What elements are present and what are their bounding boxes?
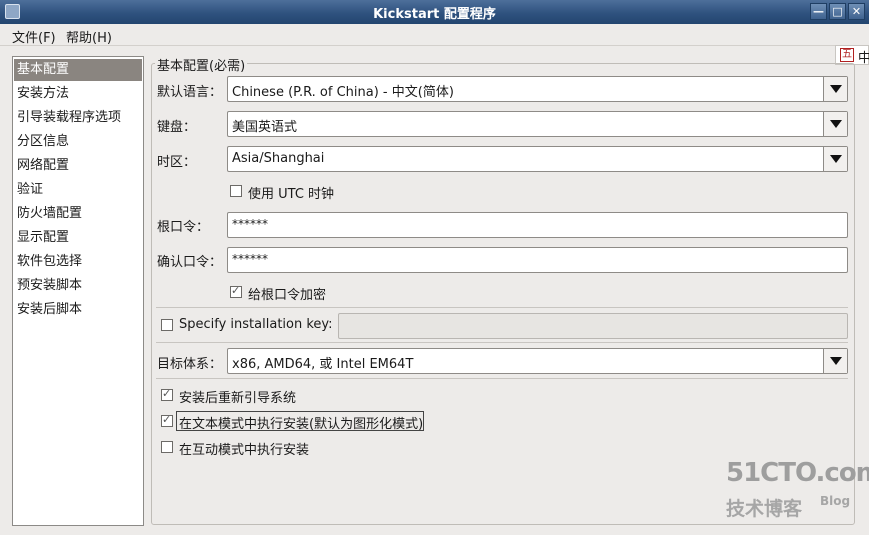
minimize-button[interactable]: — (810, 3, 827, 20)
ime-icon: 五 (840, 48, 854, 62)
sidebar-item-basic[interactable]: 基本配置 (14, 59, 142, 81)
window-title: Kickstart 配置程序 (373, 7, 496, 22)
root-password-label: 根口令： (157, 220, 210, 235)
utc-label: 使用 UTC 时钟 (248, 187, 335, 202)
encrypt-label: 给根口令加密 (248, 288, 327, 303)
separator (156, 378, 848, 379)
text-mode-checkbox[interactable] (161, 413, 173, 427)
installation-key-field[interactable] (338, 313, 848, 339)
confirm-password-value: ****** (232, 252, 268, 266)
timezone-label: 时区： (157, 155, 197, 170)
encrypt-root-password-checkbox[interactable] (230, 284, 242, 298)
section-title: 基本配置(必需) (155, 55, 248, 74)
chevron-down-icon[interactable] (823, 77, 847, 101)
architecture-label: 目标体系： (157, 357, 223, 372)
sidebar-item-packages[interactable]: 软件包选择 (14, 251, 142, 273)
root-password-field[interactable]: ****** (227, 212, 848, 238)
keyboard-label: 键盘： (157, 120, 197, 135)
ime-mode-label: 中 (858, 51, 869, 66)
language-value: Chinese (P.R. of China) - 中文(简体) (232, 85, 454, 100)
keyboard-dropdown[interactable]: 美国英语式 (227, 111, 848, 137)
sidebar-item-install-method[interactable]: 安装方法 (14, 83, 142, 105)
reboot-after-install-checkbox[interactable] (161, 387, 173, 401)
sidebar-item-partition[interactable]: 分区信息 (14, 131, 142, 153)
installation-key-checkbox[interactable] (161, 319, 173, 331)
sidebar-item-pre-script[interactable]: 预安装脚本 (14, 275, 142, 297)
watermark-site: 51CTO.com (726, 458, 869, 488)
sidebar-item-bootloader[interactable]: 引导装载程序选项 (14, 107, 142, 129)
language-label: 默认语言： (157, 85, 223, 100)
separator (156, 307, 848, 308)
root-password-value: ****** (232, 217, 268, 231)
chevron-down-icon[interactable] (823, 147, 847, 171)
sidebar-item-post-script[interactable]: 安装后脚本 (14, 299, 142, 321)
reboot-label: 安装后重新引导系统 (179, 391, 297, 406)
separator (156, 342, 848, 343)
menu-bar: 文件(F) 帮助(H) (0, 24, 869, 46)
timezone-dropdown[interactable]: Asia/Shanghai (227, 146, 848, 172)
installation-key-label: Specify installation key: (179, 317, 333, 332)
confirm-password-field[interactable]: ****** (227, 247, 848, 273)
watermark-sub: 技术博客 (726, 498, 803, 520)
title-bar: Kickstart 配置程序 — □ ✕ (0, 0, 869, 24)
ime-indicator[interactable]: 五 中 (835, 45, 869, 66)
utc-checkbox[interactable] (230, 185, 242, 197)
language-dropdown[interactable]: Chinese (P.R. of China) - 中文(简体) (227, 76, 848, 102)
interactive-mode-label: 在互动模式中执行安装 (179, 443, 310, 458)
text-mode-label: 在文本模式中执行安装(默认为图形化模式) (179, 417, 424, 432)
architecture-dropdown[interactable]: x86, AMD64, 或 Intel EM64T (227, 348, 848, 374)
keyboard-value: 美国英语式 (232, 120, 298, 135)
sidebar-item-auth[interactable]: 验证 (14, 179, 142, 201)
interactive-mode-checkbox[interactable] (161, 441, 173, 453)
sidebar-item-network[interactable]: 网络配置 (14, 155, 142, 177)
sidebar-item-firewall[interactable]: 防火墙配置 (14, 203, 142, 225)
architecture-value: x86, AMD64, 或 Intel EM64T (232, 357, 414, 372)
menu-file[interactable]: 文件(F) (12, 27, 56, 46)
timezone-value: Asia/Shanghai (232, 151, 325, 166)
sidebar-category-list: 基本配置 安装方法 引导装载程序选项 分区信息 网络配置 验证 防火墙配置 显示… (12, 56, 144, 526)
watermark-blog: Blog (820, 494, 851, 508)
sidebar-item-display[interactable]: 显示配置 (14, 227, 142, 249)
chevron-down-icon[interactable] (823, 112, 847, 136)
close-button[interactable]: ✕ (848, 3, 865, 20)
confirm-password-label: 确认口令： (157, 255, 223, 270)
maximize-button[interactable]: □ (829, 3, 846, 20)
menu-help[interactable]: 帮助(H) (66, 27, 112, 46)
chevron-down-icon[interactable] (823, 349, 847, 373)
